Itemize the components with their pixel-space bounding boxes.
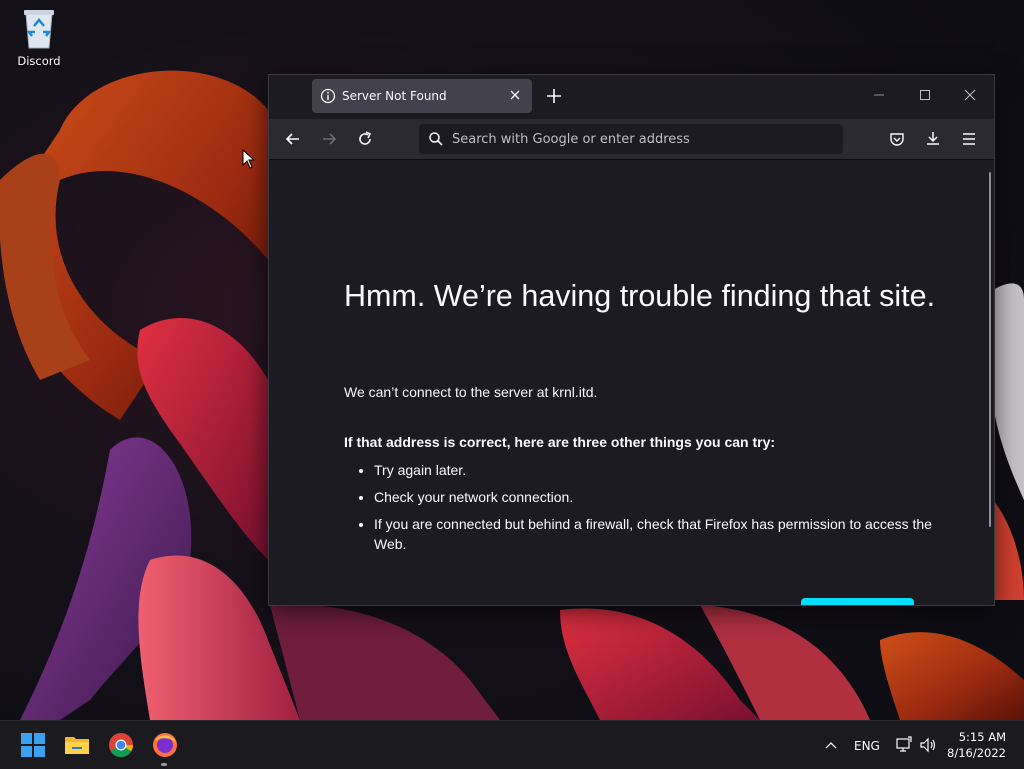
mouse-cursor-icon [242,149,256,169]
error-subtitle: If that address is correct, here are thr… [344,434,776,450]
language-indicator[interactable]: ENG [854,739,880,753]
file-explorer-icon[interactable] [63,731,91,759]
system-clock[interactable]: 5:15 AM 8/16/2022 [947,729,1006,761]
forward-arrow-icon[interactable] [320,130,338,148]
desktop-icon-recycle-bin[interactable]: Discord [10,6,68,68]
start-icon[interactable] [19,731,47,759]
navigation-toolbar: Search with Google or enter address [269,119,994,160]
clock-time: 5:15 AM [958,730,1006,744]
hamburger-menu-icon[interactable] [960,130,978,148]
network-icon[interactable] [895,736,913,754]
error-title: Hmm. We’re having trouble finding that s… [344,279,936,313]
close-tab-icon[interactable] [508,88,522,102]
scrollbar[interactable] [989,172,991,527]
info-icon [320,88,336,104]
firefox-window: Server Not Found Search with Google or e… [268,74,995,606]
suggestion-list: Try again later. Check your network conn… [344,460,934,561]
suggestion-item: If you are connected but behind a firewa… [374,514,934,554]
pocket-icon[interactable] [888,130,906,148]
firefox-icon[interactable] [151,731,179,759]
suggestion-item: Try again later. [374,460,934,480]
back-arrow-icon[interactable] [284,130,302,148]
downloads-icon[interactable] [924,130,942,148]
tab-server-not-found[interactable]: Server Not Found [312,79,532,113]
recycle-bin-icon [24,10,54,49]
tab-title: Server Not Found [342,89,447,103]
chrome-icon[interactable] [107,731,135,759]
search-icon [429,132,443,146]
page-content: Hmm. We’re having trouble finding that s… [269,160,994,605]
address-bar-placeholder: Search with Google or enter address [452,132,690,147]
chevron-up-icon[interactable] [824,738,838,752]
volume-icon[interactable] [919,736,937,754]
clock-date: 8/16/2022 [947,746,1006,760]
error-description: We can’t connect to the server at krnl.i… [344,384,598,400]
address-bar[interactable]: Search with Google or enter address [419,124,843,154]
suggestion-item: Check your network connection. [374,487,934,507]
tab-bar: Server Not Found [269,75,994,119]
minimize-icon[interactable] [871,87,887,103]
reload-icon[interactable] [356,130,374,148]
desktop-icon-label: Discord [17,54,61,68]
maximize-icon[interactable] [917,87,933,103]
new-tab-icon[interactable] [545,87,563,105]
taskbar: ENG 5:15 AM 8/16/2022 [0,720,1024,769]
try-again-button[interactable] [801,598,914,605]
running-app-indicator [161,763,167,766]
close-window-icon[interactable] [962,87,978,103]
